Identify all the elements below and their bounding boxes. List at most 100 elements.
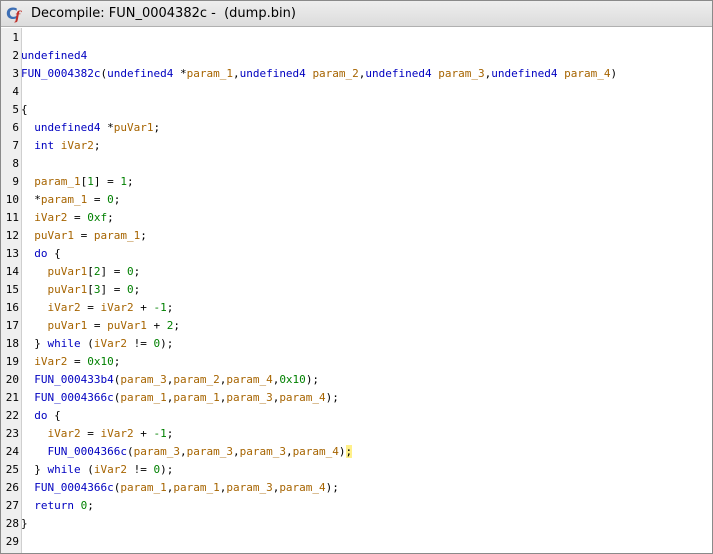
code-token[interactable]: param_1 [187,67,233,80]
code-token[interactable]: iVar2 [48,301,81,314]
code-token[interactable]: undefined4 [240,67,306,80]
code-token[interactable]: { [48,409,61,422]
code-token[interactable]: puVar1 [107,319,147,332]
code-token[interactable]: FUN_0004382c [21,67,100,80]
code-token[interactable] [21,409,34,422]
code-token[interactable]: iVar2 [61,139,94,152]
line-text[interactable]: do { [21,245,61,263]
code-token[interactable] [21,175,34,188]
code-token[interactable]: param_1 [173,481,219,494]
code-line[interactable]: 27 return 0; [1,497,712,515]
code-token[interactable]: param_1 [120,481,166,494]
code-line[interactable]: 26 FUN_0004366c(param_1,param_1,param_3,… [1,479,712,497]
code-token[interactable]: ; [94,139,101,152]
code-token[interactable]: puVar1 [34,229,74,242]
code-token[interactable]: ; [345,445,353,458]
code-token[interactable] [21,445,48,458]
code-line[interactable]: 8 [1,155,712,173]
code-token[interactable]: iVar2 [101,427,134,440]
code-token[interactable]: puVar1 [48,265,88,278]
code-token[interactable]: } [21,463,48,476]
code-line[interactable]: 3 FUN_0004382c(undefined4 *param_1,undefi… [1,65,712,83]
code-token[interactable]: param_3 [226,391,272,404]
code-token[interactable]: iVar2 [48,427,81,440]
code-line[interactable]: 7 int iVar2; [1,137,712,155]
code-token[interactable]: undefined4 [21,49,87,62]
code-line[interactable]: 24 FUN_0004366c(param_3,param_3,param_3,… [1,443,712,461]
code-token[interactable]: != [127,463,154,476]
code-token[interactable]: ); [160,337,173,350]
code-token[interactable]: param_4 [279,481,325,494]
code-token[interactable]: ] = [101,283,128,296]
code-token[interactable]: 2 [94,265,101,278]
code-token[interactable]: + [147,319,167,332]
code-token[interactable]: != [127,337,154,350]
code-line[interactable]: 17 puVar1 = puVar1 + 2; [1,317,712,335]
code-token[interactable]: * [100,121,114,134]
code-token[interactable]: ; [167,301,174,314]
code-token[interactable]: iVar2 [34,211,67,224]
code-token[interactable]: while [48,337,81,350]
code-token[interactable]: = [67,211,87,224]
code-token[interactable]: param_3 [438,67,484,80]
code-token[interactable]: param_1 [34,175,80,188]
line-text[interactable]: iVar2 = 0xf; [21,209,114,227]
code-token[interactable]: undefined4 [107,67,173,80]
code-token[interactable] [54,139,61,152]
code-line[interactable]: 6 undefined4 *puVar1; [1,119,712,137]
code-line[interactable]: 4 [1,83,712,101]
line-text[interactable]: undefined4 [21,47,87,65]
code-token[interactable]: 1 [120,175,127,188]
code-token[interactable]: = [81,301,101,314]
code-line[interactable]: 23 iVar2 = iVar2 + -1; [1,425,712,443]
code-token[interactable]: , [233,67,240,80]
line-text[interactable]: { [21,101,28,119]
code-token[interactable]: ) [339,445,346,458]
code-token[interactable]: [ [87,283,94,296]
line-text[interactable]: param_1[1] = 1; [21,173,134,191]
code-token[interactable]: return [34,499,74,512]
code-token[interactable]: iVar2 [94,463,127,476]
code-token[interactable]: ( [81,337,94,350]
code-line[interactable]: 9 param_1[1] = 1; [1,173,712,191]
code-token[interactable] [21,139,34,152]
code-token[interactable]: ; [127,175,134,188]
code-token[interactable]: ; [87,499,94,512]
code-token[interactable]: do [34,247,47,260]
code-token[interactable]: + [134,301,154,314]
code-token[interactable]: } [21,517,28,530]
code-line[interactable]: 10 *param_1 = 0; [1,191,712,209]
code-token[interactable]: , [286,445,293,458]
code-token[interactable]: param_3 [134,445,180,458]
code-token[interactable]: { [48,247,61,260]
code-token[interactable]: 0xf [87,211,107,224]
code-line[interactable]: 12 puVar1 = param_1; [1,227,712,245]
code-token[interactable]: = [87,319,107,332]
line-text[interactable]: iVar2 = iVar2 + -1; [21,299,174,317]
code-token[interactable]: param_1 [173,391,219,404]
code-token[interactable]: ); [326,391,339,404]
code-line[interactable]: 14 puVar1[2] = 0; [1,263,712,281]
code-line[interactable]: 16 iVar2 = iVar2 + -1; [1,299,712,317]
code-token[interactable] [21,373,34,386]
code-token[interactable]: + [134,427,154,440]
line-text[interactable]: undefined4 *puVar1; [21,119,160,137]
code-token[interactable]: ; [134,283,141,296]
code-token[interactable]: param_4 [564,67,610,80]
code-token[interactable]: iVar2 [94,337,127,350]
code-token[interactable]: 0x10 [279,373,306,386]
code-line[interactable]: 13 do { [1,245,712,263]
line-text[interactable]: FUN_0004366c(param_1,param_1,param_3,par… [21,479,339,497]
code-token[interactable]: param_2 [173,373,219,386]
code-token[interactable]: param_1 [94,229,140,242]
code-token[interactable]: iVar2 [101,301,134,314]
code-token[interactable]: undefined4 [365,67,431,80]
line-text[interactable]: puVar1[3] = 0; [21,281,141,299]
code-editor[interactable]: 1 2 undefined4 3 FUN_0004382c(undefined4 *pa… [1,28,712,553]
code-token[interactable] [21,247,34,260]
code-token[interactable]: param_3 [120,373,166,386]
code-token[interactable]: param_4 [226,373,272,386]
code-line[interactable]: 1 [1,29,712,47]
code-token[interactable]: ( [81,463,94,476]
code-token[interactable]: = [81,427,101,440]
